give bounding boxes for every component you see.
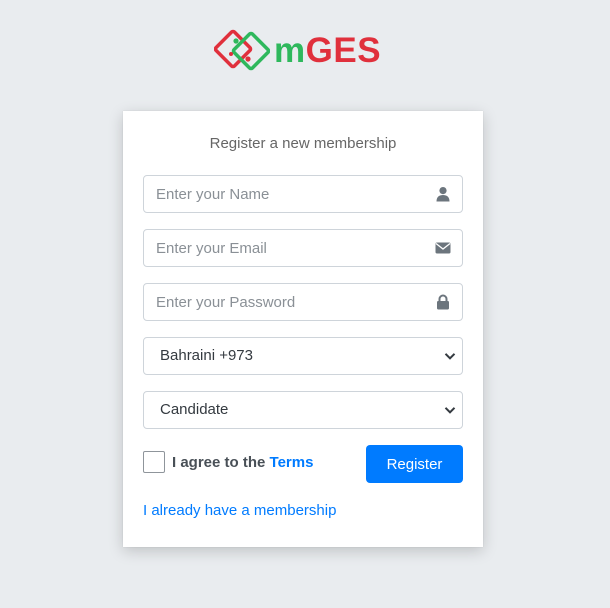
logo-mark-icon bbox=[214, 29, 270, 71]
logo-letters-ges: GES bbox=[305, 30, 382, 70]
name-field[interactable] bbox=[143, 175, 463, 213]
chevron-down-icon bbox=[444, 353, 456, 360]
country-code-select[interactable]: Bahraini +973 bbox=[143, 337, 463, 375]
agree-terms-checkbox[interactable] bbox=[143, 451, 165, 473]
email-field[interactable] bbox=[143, 229, 463, 267]
user-icon bbox=[436, 187, 450, 202]
logo-wordmark: mGES bbox=[274, 33, 381, 68]
role-select[interactable]: Candidate bbox=[143, 391, 463, 429]
already-member-link[interactable]: I already have a membership bbox=[143, 502, 336, 519]
name-input[interactable] bbox=[156, 176, 426, 212]
lock-icon bbox=[437, 294, 449, 310]
chevron-down-icon bbox=[444, 407, 456, 414]
role-value: Candidate bbox=[160, 401, 229, 418]
register-button[interactable]: Register bbox=[366, 445, 463, 483]
agree-terms-label: I agree to the Terms bbox=[172, 454, 313, 471]
password-input[interactable] bbox=[156, 284, 426, 320]
terms-link[interactable]: Terms bbox=[270, 454, 314, 471]
country-code-value: Bahraini +973 bbox=[160, 347, 253, 364]
agree-prefix: I agree to the bbox=[172, 454, 266, 471]
logo-letter-m: m bbox=[274, 30, 306, 70]
email-input[interactable] bbox=[156, 230, 426, 266]
password-field[interactable] bbox=[143, 283, 463, 321]
register-card: Register a new membership Bahraini +973 … bbox=[123, 111, 483, 547]
envelope-icon bbox=[435, 242, 451, 254]
app-logo: mGES bbox=[214, 27, 381, 73]
form-title: Register a new membership bbox=[209, 135, 397, 152]
